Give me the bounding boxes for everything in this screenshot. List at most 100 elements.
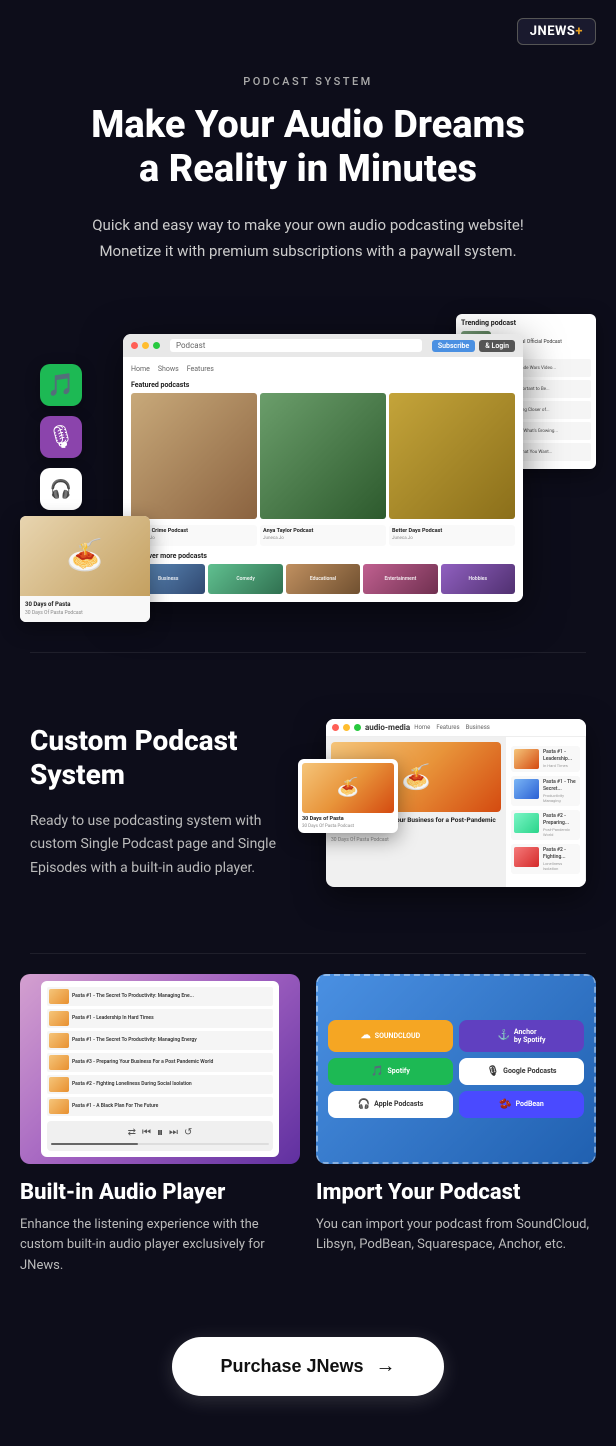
player-thumb-5 <box>49 1077 69 1092</box>
discover-entertainment: Entertainment <box>363 564 437 594</box>
import-platforms-grid: ☁ SOUNDCLOUD ⚓ Anchorby Spotify 🎵 Spotif… <box>328 1020 584 1118</box>
google-podcasts-platform: 🎙 Google Podcasts <box>459 1058 584 1085</box>
audio-min <box>343 724 350 731</box>
subscribe-button[interactable]: Subscribe <box>432 340 475 352</box>
spotify-brand-icon: 🎵 <box>371 1066 383 1077</box>
purchase-button-label: Purchase JNews <box>220 1356 363 1377</box>
discover-educational: Educational <box>286 564 360 594</box>
custom-podcast-title: Custom Podcast System <box>30 724 298 791</box>
player-thumb-2 <box>49 1011 69 1026</box>
front-podcast-title: 30 Days of Pasta <box>302 816 394 822</box>
spotify-platform: 🎵 Spotify <box>328 1058 453 1085</box>
repeat-icon: ↺ <box>184 1127 192 1138</box>
audio-episode-desc: 30 Days Of Pasta Podcast <box>331 837 501 845</box>
soundcloud-platform: ☁ SOUNDCLOUD <box>328 1020 453 1052</box>
player-ep-6: Pasta #1 - A Black Plan For The Future <box>47 1097 273 1116</box>
player-ctrl-row: ⇄ ⏮ ⏸ ⏭ ↺ <box>51 1125 269 1140</box>
front-pasta-mockup: 🍝 30 Days of Pasta 30 Days Of Pasta Podc… <box>298 759 398 833</box>
audio-player-desc: Enhance the listening experience with th… <box>20 1215 300 1277</box>
jnews-logo-badge: JNEWS+ <box>517 18 596 45</box>
import-podcast-desc: You can import your podcast from SoundCl… <box>316 1215 596 1257</box>
spotify-icon: 🎵 <box>40 364 82 406</box>
podcast-cards-row: A True Crime Podcast Juneca.Jo Anya Tayl… <box>131 525 515 545</box>
audio-ep-4: Pasta #2 - Fighting... Loneliness Isolat… <box>511 844 580 874</box>
front-podcast-subtitle: 30 Days Of Pasta Podcast <box>302 824 394 829</box>
import-podcast-title: Import Your Podcast <box>316 1180 596 1205</box>
login-button[interactable]: & Login <box>479 340 515 352</box>
hero-description: Quick and easy way to make your own audi… <box>88 213 528 264</box>
player-ep-5: Pasta #2 - Fighting Loneliness During So… <box>47 1075 273 1094</box>
audio-ep-thumb-1 <box>514 749 539 769</box>
browser-maximize-dot <box>153 342 160 349</box>
front-pasta-image: 🍝 <box>302 763 394 813</box>
discover-more-section: Discover more podcasts Business Comedy E… <box>131 552 515 594</box>
podcast-card-title-1: A True Crime Podcast <box>134 528 254 534</box>
audio-ep-3: Pasta #2 - Preparing... Post-Pandemic Wo… <box>511 810 580 840</box>
browser-close-dot <box>131 342 138 349</box>
player-episode-list: Pasta #1 - The Secret To Productivity: M… <box>47 987 273 1116</box>
audio-player-card-image: Pasta #1 - The Secret To Productivity: M… <box>20 974 300 1164</box>
audio-ep-list: Pasta #1 - Leadership... In Hard Times P… <box>511 742 580 882</box>
play-icon[interactable]: ⏸ <box>157 1125 163 1140</box>
audio-sidebar: Pasta #1 - Leadership... In Hard Times P… <box>506 737 586 887</box>
soundcloud-icon: ☁ <box>361 1030 371 1041</box>
podcast-card-sub-1: Juneca.Jo <box>134 536 254 542</box>
trending-title: Trending podcast <box>461 319 591 327</box>
podcast-card-3: Better Days Podcast Juneca.Jo <box>389 525 515 545</box>
small-podcast-title: 30 Days of Pasta <box>25 601 145 608</box>
apple-podcasts-icon: 🎧 <box>358 1099 370 1110</box>
discover-hobbies: Hobbies <box>441 564 515 594</box>
custom-podcast-image: audio-media Home Features Business 🍝 Pas… <box>318 719 586 887</box>
platform-icons-group: 🎵 🎙 🎧 <box>40 364 82 510</box>
player-thumb-1 <box>49 989 69 1004</box>
audio-max <box>354 724 361 731</box>
podbean-platform: 🫘 PodBean <box>459 1091 584 1118</box>
featured-card-3 <box>389 393 515 519</box>
google-podcast-icon: 🎧 <box>40 468 82 510</box>
player-thumb-4 <box>49 1055 69 1070</box>
podbean-icon: 🫘 <box>499 1099 511 1110</box>
apple-podcast-icon: 🎙 <box>40 416 82 458</box>
progress-bar[interactable] <box>51 1143 269 1145</box>
pasta-image: 🍝 <box>20 516 150 596</box>
purchase-button[interactable]: Purchase JNews → <box>172 1337 443 1396</box>
player-ep-2: Pasta #1 - Leadership In Hard Times <box>47 1009 273 1028</box>
audio-ep-thumb-2 <box>514 779 539 799</box>
features-cards-section: Pasta #1 - The Secret To Productivity: M… <box>0 954 616 1307</box>
google-podcasts-icon: 🎙 <box>486 1066 499 1077</box>
podcast-card-2: Anya Taylor Podcast Juneca.Jo <box>260 525 386 545</box>
custom-podcast-section: Custom Podcast System Ready to use podca… <box>0 653 616 953</box>
podcast-card-title-3: Better Days Podcast <box>392 528 512 534</box>
import-podcast-card-image: ☁ SOUNDCLOUD ⚓ Anchorby Spotify 🎵 Spotif… <box>316 974 596 1164</box>
audio-ep-thumb-3 <box>514 813 539 833</box>
player-ep-3: Pasta #1 - The Secret To Productivity: M… <box>47 1031 273 1050</box>
custom-podcast-text: Custom Podcast System Ready to use podca… <box>30 724 298 881</box>
hero-label: PODCAST SYSTEM <box>40 75 576 88</box>
import-podcast-card-wrapper: ☁ SOUNDCLOUD ⚓ Anchorby Spotify 🎵 Spotif… <box>316 974 596 1277</box>
player-card-background: Pasta #1 - The Secret To Productivity: M… <box>20 974 300 1164</box>
anchor-icon: ⚓ <box>497 1030 509 1041</box>
featured-card-1 <box>131 393 257 519</box>
import-card-background: ☁ SOUNDCLOUD ⚓ Anchorby Spotify 🎵 Spotif… <box>316 974 596 1164</box>
player-controls: ⇄ ⏮ ⏸ ⏭ ↺ <box>47 1121 273 1151</box>
purchase-section: Purchase JNews → <box>0 1307 616 1446</box>
audio-logo: audio-media <box>365 723 410 732</box>
player-ep-4: Pasta #3 - Preparing Your Business For a… <box>47 1053 273 1072</box>
discover-title: Discover more podcasts <box>131 552 515 560</box>
browser-url-bar: Podcast <box>170 339 422 352</box>
hero-mockup-section: 🎵 🎙 🎧 🍝 30 Days of Pasta 30 Days Of Past… <box>0 304 616 651</box>
anchor-platform: ⚓ Anchorby Spotify <box>459 1020 584 1052</box>
hero-title: Make Your Audio Dreams a Reality in Minu… <box>40 104 576 191</box>
audio-ep-thumb-4 <box>514 847 539 867</box>
audio-player-title: Built-in Audio Player <box>20 1180 300 1205</box>
player-mockup: Pasta #1 - The Secret To Productivity: M… <box>41 981 279 1157</box>
arrow-icon: → <box>376 1355 396 1378</box>
main-browser-mockup: Podcast Subscribe & Login Home Shows Fea… <box>123 334 523 601</box>
podcast-card-sub-2: Juneca.Jo <box>263 536 383 542</box>
player-thumb-6 <box>49 1099 69 1114</box>
player-ep-1: Pasta #1 - The Secret To Productivity: M… <box>47 987 273 1006</box>
podcast-nav-bar: Home Shows Features <box>131 365 515 373</box>
podcast-card-title-2: Anya Taylor Podcast <box>263 528 383 534</box>
audio-nav: Home Features Business <box>414 724 490 731</box>
audio-player-card-wrapper: Pasta #1 - The Secret To Productivity: M… <box>20 974 300 1277</box>
